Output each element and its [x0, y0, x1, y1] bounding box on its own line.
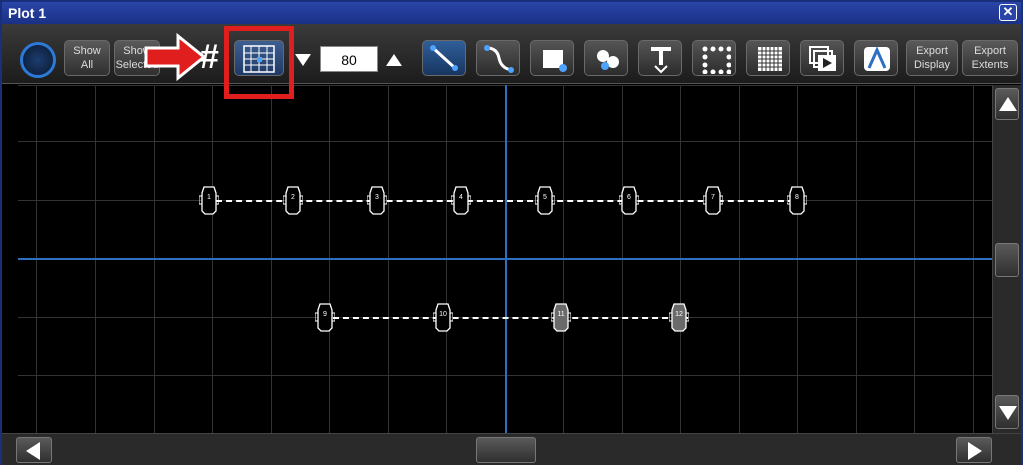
rectangle-icon	[543, 50, 567, 72]
fixture-8[interactable]: 8	[787, 185, 807, 215]
export-extents-button[interactable]: Export Extents	[962, 40, 1018, 76]
layers-icon	[809, 46, 836, 71]
fixture-label: 10	[439, 311, 447, 318]
fixture-11[interactable]: 11	[551, 302, 571, 332]
fixture-label: 3	[375, 194, 379, 201]
rotate-knob[interactable]	[20, 42, 56, 78]
vertical-scroll-thumb[interactable]	[995, 243, 1019, 277]
plot-canvas[interactable]: 1 2 3 4 5 6 7 8 9 10 11 12	[18, 85, 992, 433]
fixture-2[interactable]: 2	[283, 185, 303, 215]
fixture-label: 2	[291, 194, 295, 201]
rectangle-tool-button[interactable]	[530, 40, 574, 76]
curve-tool-button[interactable]	[476, 40, 520, 76]
fixture-label: 11	[557, 311, 565, 318]
fixture-label: 6	[627, 194, 631, 201]
fixture-label: 12	[675, 311, 683, 318]
close-icon[interactable]: ✕	[999, 4, 1017, 21]
fixture-label: 5	[543, 194, 547, 201]
grid-size-field[interactable]: 80	[320, 46, 378, 72]
fixture-label: 8	[795, 194, 799, 201]
show-all-button[interactable]: Show All	[64, 40, 110, 76]
fixture-9[interactable]: 9	[315, 302, 335, 332]
fixture-4[interactable]: 4	[451, 185, 471, 215]
fixture-5[interactable]: 5	[535, 185, 555, 215]
x-axis	[18, 258, 992, 260]
scroll-left-button[interactable]	[16, 437, 52, 463]
layers-tool-button[interactable]	[800, 40, 844, 76]
scroll-down-button[interactable]	[995, 395, 1019, 429]
fixture-6[interactable]: 6	[619, 185, 639, 215]
matrix-tool-button[interactable]	[746, 40, 790, 76]
curve-icon	[484, 45, 514, 73]
vertical-scrollbar[interactable]	[992, 85, 1021, 433]
horizontal-scrollbar[interactable]	[2, 433, 1021, 465]
annotation-arrow-icon	[144, 32, 207, 82]
fixture-12[interactable]: 12	[669, 302, 689, 332]
arrow-up-icon	[999, 97, 1017, 111]
straight-line-icon	[430, 45, 458, 71]
decrease-grid-icon[interactable]	[295, 54, 311, 66]
fixture-label: 9	[323, 311, 327, 318]
fixture-3[interactable]: 3	[367, 185, 387, 215]
freeform-icon	[597, 50, 619, 70]
annotation-highlight-box	[224, 26, 294, 99]
window-title: Plot 1	[8, 5, 47, 21]
text-tool-icon	[651, 47, 671, 74]
horizontal-scroll-thumb[interactable]	[476, 437, 536, 463]
dot-grid-icon	[702, 46, 731, 74]
text-tool-button[interactable]	[638, 40, 682, 76]
fixture-line-row2	[333, 317, 688, 319]
matrix-icon	[758, 47, 782, 71]
fixture-label: 1	[207, 194, 211, 201]
title-bar: Plot 1 ✕	[2, 2, 1021, 24]
fixture-label: 7	[711, 194, 715, 201]
scroll-right-button[interactable]	[956, 437, 992, 463]
arrow-left-icon	[26, 442, 40, 460]
scroll-up-button[interactable]	[995, 88, 1019, 120]
dot-grid-tool-button[interactable]	[692, 40, 736, 76]
align-icon	[864, 46, 890, 71]
fixture-label: 4	[459, 194, 463, 201]
align-tool-button[interactable]	[854, 40, 898, 76]
fixture-10[interactable]: 10	[433, 302, 453, 332]
plot-window: Plot 1 ✕ Show All Show Selected # 80 Exp…	[0, 0, 1023, 465]
arrow-right-icon	[968, 442, 982, 460]
freeform-tool-button[interactable]	[584, 40, 628, 76]
arrow-down-icon	[999, 406, 1017, 420]
export-display-button[interactable]: Export Display	[906, 40, 958, 76]
increase-grid-icon[interactable]	[386, 54, 402, 66]
fixture-7[interactable]: 7	[703, 185, 723, 215]
fixture-1[interactable]: 1	[199, 185, 219, 215]
straight-line-tool-button[interactable]	[422, 40, 466, 76]
